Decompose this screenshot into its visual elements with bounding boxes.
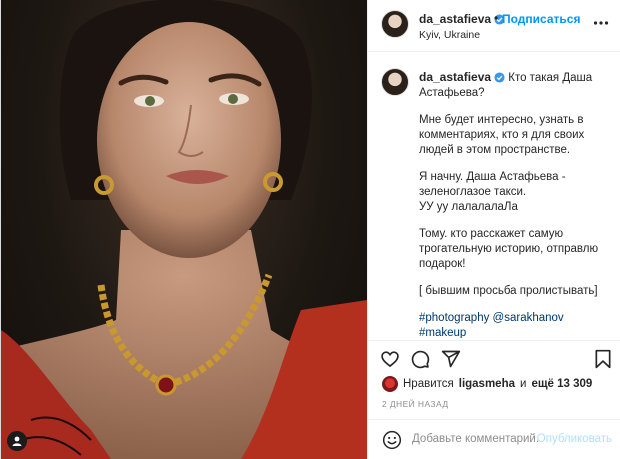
- likes-count[interactable]: ещё 13 309: [531, 378, 592, 390]
- author-username[interactable]: da_astafieva: [419, 12, 505, 26]
- author-username-text[interactable]: da_astafieva: [419, 12, 491, 26]
- caption-area: da_astafieva Кто такая Даша Астафьева? М…: [368, 53, 620, 338]
- caption-paragraph-4: Тому. кто расскажет самую трогательную и…: [419, 228, 599, 270]
- comment-input[interactable]: [412, 429, 540, 449]
- action-bar: [368, 340, 620, 374]
- hashtag-photography[interactable]: #photography: [419, 312, 489, 324]
- likes-prefix: Нравится: [403, 378, 454, 390]
- more-icon[interactable]: [592, 14, 610, 32]
- caption-first-paragraph: da_astafieva Кто такая Даша Астафьева?: [419, 70, 614, 101]
- caption-username[interactable]: da_astafieva: [419, 70, 491, 84]
- person-tag-icon[interactable]: [7, 431, 27, 451]
- comment-icon[interactable]: [410, 349, 430, 369]
- caption-tags: #photography @sarakhanov #makeup: [419, 311, 614, 338]
- portrait-image: [1, 0, 367, 459]
- caption-text: da_astafieva Кто такая Даша Астафьева? М…: [419, 70, 614, 338]
- post-timestamp[interactable]: 2 ДНЕЙ НАЗАД: [382, 399, 448, 409]
- caption-paragraph-3: Я начну. Даша Астафьева - зеленоглазое т…: [419, 171, 566, 213]
- publish-button[interactable]: Опубликовать: [537, 433, 612, 445]
- header-separator: •: [494, 11, 499, 25]
- share-icon[interactable]: [441, 349, 461, 369]
- likes-conjunction: и: [520, 378, 527, 390]
- verified-badge-icon: [494, 72, 505, 83]
- mention-sarakhanov[interactable]: @sarakhanov: [493, 312, 564, 324]
- caption-paragraph-2: Мне будет интересно, узнать в комментари…: [419, 114, 585, 156]
- liker-username[interactable]: ligasmeha: [459, 378, 515, 390]
- liker-avatar[interactable]: [382, 376, 398, 392]
- heart-icon[interactable]: [380, 349, 400, 369]
- post-dialog: da_astafieva • Подписаться Kyiv, Ukraine…: [0, 0, 620, 459]
- post-photo[interactable]: [1, 0, 367, 459]
- follow-button[interactable]: Подписаться: [502, 12, 580, 26]
- hashtag-makeup[interactable]: #makeup: [419, 327, 466, 338]
- smiley-icon[interactable]: [382, 430, 402, 450]
- likes-summary: Нравится ligasmeha и ещё 13 309: [382, 376, 592, 392]
- author-avatar[interactable]: [381, 10, 409, 38]
- caption-paragraph-5: [ бывшим просьба пролистывать]: [419, 285, 598, 297]
- post-side-panel: da_astafieva • Подписаться Kyiv, Ukraine…: [367, 0, 620, 459]
- post-location[interactable]: Kyiv, Ukraine: [419, 29, 480, 41]
- bookmark-icon[interactable]: [594, 349, 612, 369]
- post-header: da_astafieva • Подписаться Kyiv, Ukraine: [368, 0, 620, 52]
- caption-author-avatar[interactable]: [381, 68, 409, 96]
- comment-box: Опубликовать: [368, 419, 620, 459]
